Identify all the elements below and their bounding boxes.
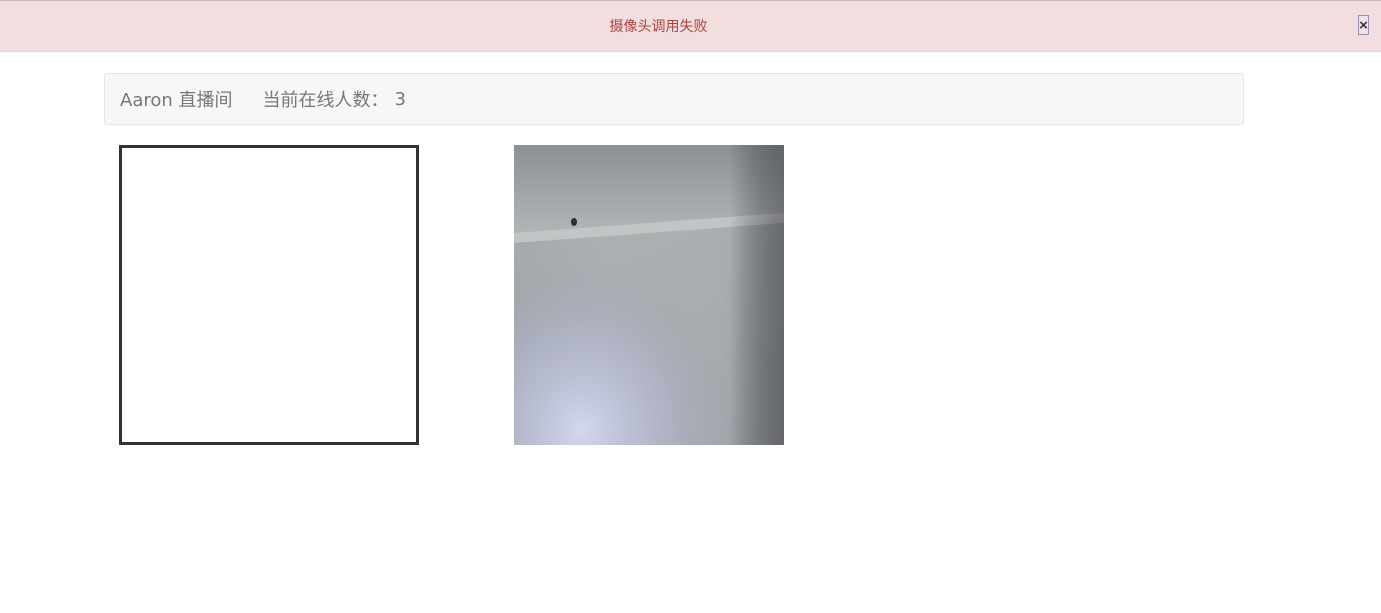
- room-name: Aaron 直播间: [120, 90, 233, 111]
- alert-message: 摄像头调用失败: [609, 19, 708, 35]
- online-count-label: 当前在线人数：: [262, 90, 389, 111]
- room-header: Aaron 直播间 当前在线人数： 3: [104, 73, 1244, 125]
- error-alert: 摄像头调用失败 ×: [0, 0, 1381, 52]
- close-alert-button[interactable]: ×: [1358, 15, 1369, 35]
- local-video-frame: [119, 145, 419, 445]
- online-count-value: 3: [394, 88, 406, 110]
- webcam-feed-image: [514, 145, 784, 445]
- remote-video-feed: [514, 145, 784, 445]
